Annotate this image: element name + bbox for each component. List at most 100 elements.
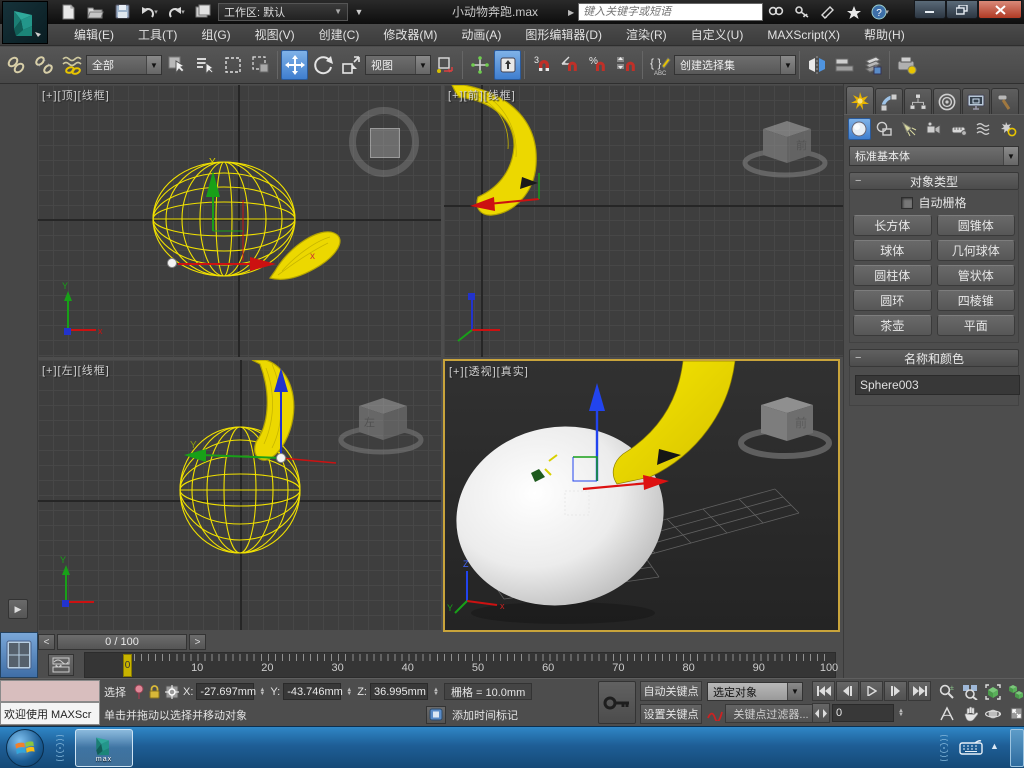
favorites-icon[interactable] <box>841 2 867 22</box>
viewport-top-label[interactable]: [+][顶][线框] <box>42 87 110 103</box>
keyboard-tray-icon[interactable] <box>956 736 986 758</box>
frame-spinner[interactable]: ▲▼ <box>896 709 906 717</box>
tube-button[interactable]: 管状体 <box>937 265 1016 286</box>
edit-named-sets-icon[interactable]: { }ABC <box>646 50 673 80</box>
time-slider[interactable]: 0 / 100 <box>57 634 187 650</box>
minimize-icon[interactable] <box>914 0 946 19</box>
goto-end-icon[interactable] <box>908 681 931 701</box>
cameras-icon[interactable] <box>923 118 946 140</box>
utilities-tab-icon[interactable] <box>991 88 1019 114</box>
scale-icon[interactable] <box>337 50 364 80</box>
plane-button[interactable]: 平面 <box>937 315 1016 336</box>
object-type-header[interactable]: − 对象类型 <box>849 172 1019 190</box>
viewport-top[interactable]: [+][顶][线框] <box>38 85 441 357</box>
rect-region-icon[interactable] <box>219 50 246 80</box>
x-coordinate-field[interactable]: -27.697mm <box>196 683 254 700</box>
leg-shape[interactable] <box>613 361 735 484</box>
viewport-front-label[interactable]: [+][前][线框] <box>448 87 516 103</box>
absolute-mode-icon[interactable] <box>164 684 180 700</box>
next-frame-icon[interactable] <box>884 681 907 701</box>
key-filter-curve-icon[interactable] <box>707 707 723 721</box>
modify-tab-icon[interactable] <box>875 88 903 114</box>
box-button[interactable]: 长方体 <box>853 215 932 236</box>
search-input[interactable] <box>578 3 763 21</box>
move-icon[interactable] <box>281 50 308 80</box>
motion-tab-icon[interactable] <box>933 88 961 114</box>
link-icon[interactable] <box>2 50 29 80</box>
y-coordinate-field[interactable]: -43.746mm <box>283 683 341 700</box>
time-marker[interactable]: 0 <box>123 654 132 677</box>
maximize-viewport-icon[interactable] <box>1005 703 1024 724</box>
menu-create[interactable]: 创建(C) <box>307 24 372 46</box>
cylinder-button[interactable]: 圆柱体 <box>853 265 932 286</box>
pyramid-button[interactable]: 四棱锥 <box>937 290 1016 311</box>
undo-icon[interactable]: ▾ <box>137 1 161 22</box>
hierarchy-tab-icon[interactable] <box>904 88 932 114</box>
search-icon[interactable] <box>763 2 789 22</box>
bind-spacewarp-icon[interactable] <box>58 50 85 80</box>
open-container-arrow-icon[interactable]: ▶ <box>8 599 28 619</box>
zoom-extents-icon[interactable] <box>982 681 1004 702</box>
y-spinner[interactable]: ▲▼ <box>344 688 354 696</box>
menu-rendering[interactable]: 渲染(R) <box>614 24 679 46</box>
zoom-all-icon[interactable] <box>959 681 981 702</box>
workspace-dropdown[interactable]: 工作区: 默认 ▼ <box>218 3 348 21</box>
menu-tools[interactable]: 工具(T) <box>126 24 189 46</box>
unlink-icon[interactable] <box>30 50 57 80</box>
frame-forward-button[interactable]: > <box>189 634 206 650</box>
communication-icon[interactable] <box>815 2 841 22</box>
spacewarps-icon[interactable] <box>972 118 995 140</box>
menu-modifiers[interactable]: 修改器(M) <box>371 24 449 46</box>
keyboard-override-icon[interactable] <box>494 50 521 80</box>
viewcube-icon[interactable]: 前 <box>741 397 829 456</box>
viewcube-icon[interactable]: 前 <box>745 121 825 175</box>
layer-manager-icon[interactable] <box>859 50 886 80</box>
teapot-button[interactable]: 茶壶 <box>853 315 932 336</box>
ref-coord-dropdown[interactable]: 视图 ▼ <box>365 55 431 75</box>
sign-in-icon[interactable] <box>789 2 815 22</box>
redo-flyout-arrow[interactable]: ▾ <box>181 8 185 16</box>
maximize-icon[interactable] <box>946 0 978 19</box>
key-mode-dropdown[interactable]: 选定对象 ▼ <box>707 682 803 701</box>
key-step-icon[interactable] <box>812 703 830 723</box>
zoom-icon[interactable]: ± <box>936 681 958 702</box>
frame-back-button[interactable]: < <box>38 634 55 650</box>
open-file-icon[interactable] <box>83 1 107 22</box>
viewport-layout-button[interactable] <box>0 632 38 678</box>
viewport-perspective[interactable]: [+][透视][真实] <box>443 359 840 632</box>
object-name-field[interactable] <box>855 375 1020 395</box>
render-setup-icon[interactable] <box>893 50 920 80</box>
lock-icon[interactable] <box>148 684 161 699</box>
open-mini-curve-editor-icon[interactable] <box>48 654 74 676</box>
add-time-tag[interactable]: 添加时间标记 <box>452 707 518 723</box>
menu-graph-editors[interactable]: 图形编辑器(D) <box>513 24 614 46</box>
zoom-extents-all-icon[interactable] <box>1005 681 1024 702</box>
name-color-header[interactable]: − 名称和颜色 <box>849 349 1019 367</box>
menu-animation[interactable]: 动画(A) <box>449 24 513 46</box>
autogrid-checkbox[interactable] <box>901 197 913 209</box>
orbit-icon[interactable] <box>982 703 1004 724</box>
z-spinner[interactable]: ▲▼ <box>431 688 441 696</box>
close-icon[interactable] <box>978 0 1022 19</box>
viewport-left[interactable]: [+][左][线框] Y <box>38 360 441 630</box>
primitive-category-dropdown[interactable]: 标准基本体 ▼ <box>849 146 1019 166</box>
max-logo-icon[interactable] <box>2 1 48 44</box>
align-icon[interactable] <box>831 50 858 80</box>
select-object-icon[interactable] <box>163 50 190 80</box>
display-tab-icon[interactable] <box>962 88 990 114</box>
help-icon[interactable]: ? ▾ <box>867 2 893 22</box>
cone-button[interactable]: 圆锥体 <box>937 215 1016 236</box>
mirror-icon[interactable] <box>803 50 830 80</box>
menu-maxscript[interactable]: MAXScript(X) <box>755 24 852 46</box>
systems-icon[interactable] <box>997 118 1020 140</box>
menu-edit[interactable]: 编辑(E) <box>62 24 126 46</box>
play-icon[interactable] <box>860 681 883 701</box>
project-folder-icon[interactable] <box>191 1 215 22</box>
rotate-icon[interactable] <box>309 50 336 80</box>
select-by-name-icon[interactable] <box>191 50 218 80</box>
menu-views[interactable]: 视图(V) <box>243 24 307 46</box>
show-desktop-icon[interactable] <box>1010 729 1024 767</box>
window-crossing-icon[interactable] <box>247 50 274 80</box>
redo-icon[interactable]: ▾ <box>164 1 188 22</box>
new-scene-icon[interactable] <box>56 1 80 22</box>
